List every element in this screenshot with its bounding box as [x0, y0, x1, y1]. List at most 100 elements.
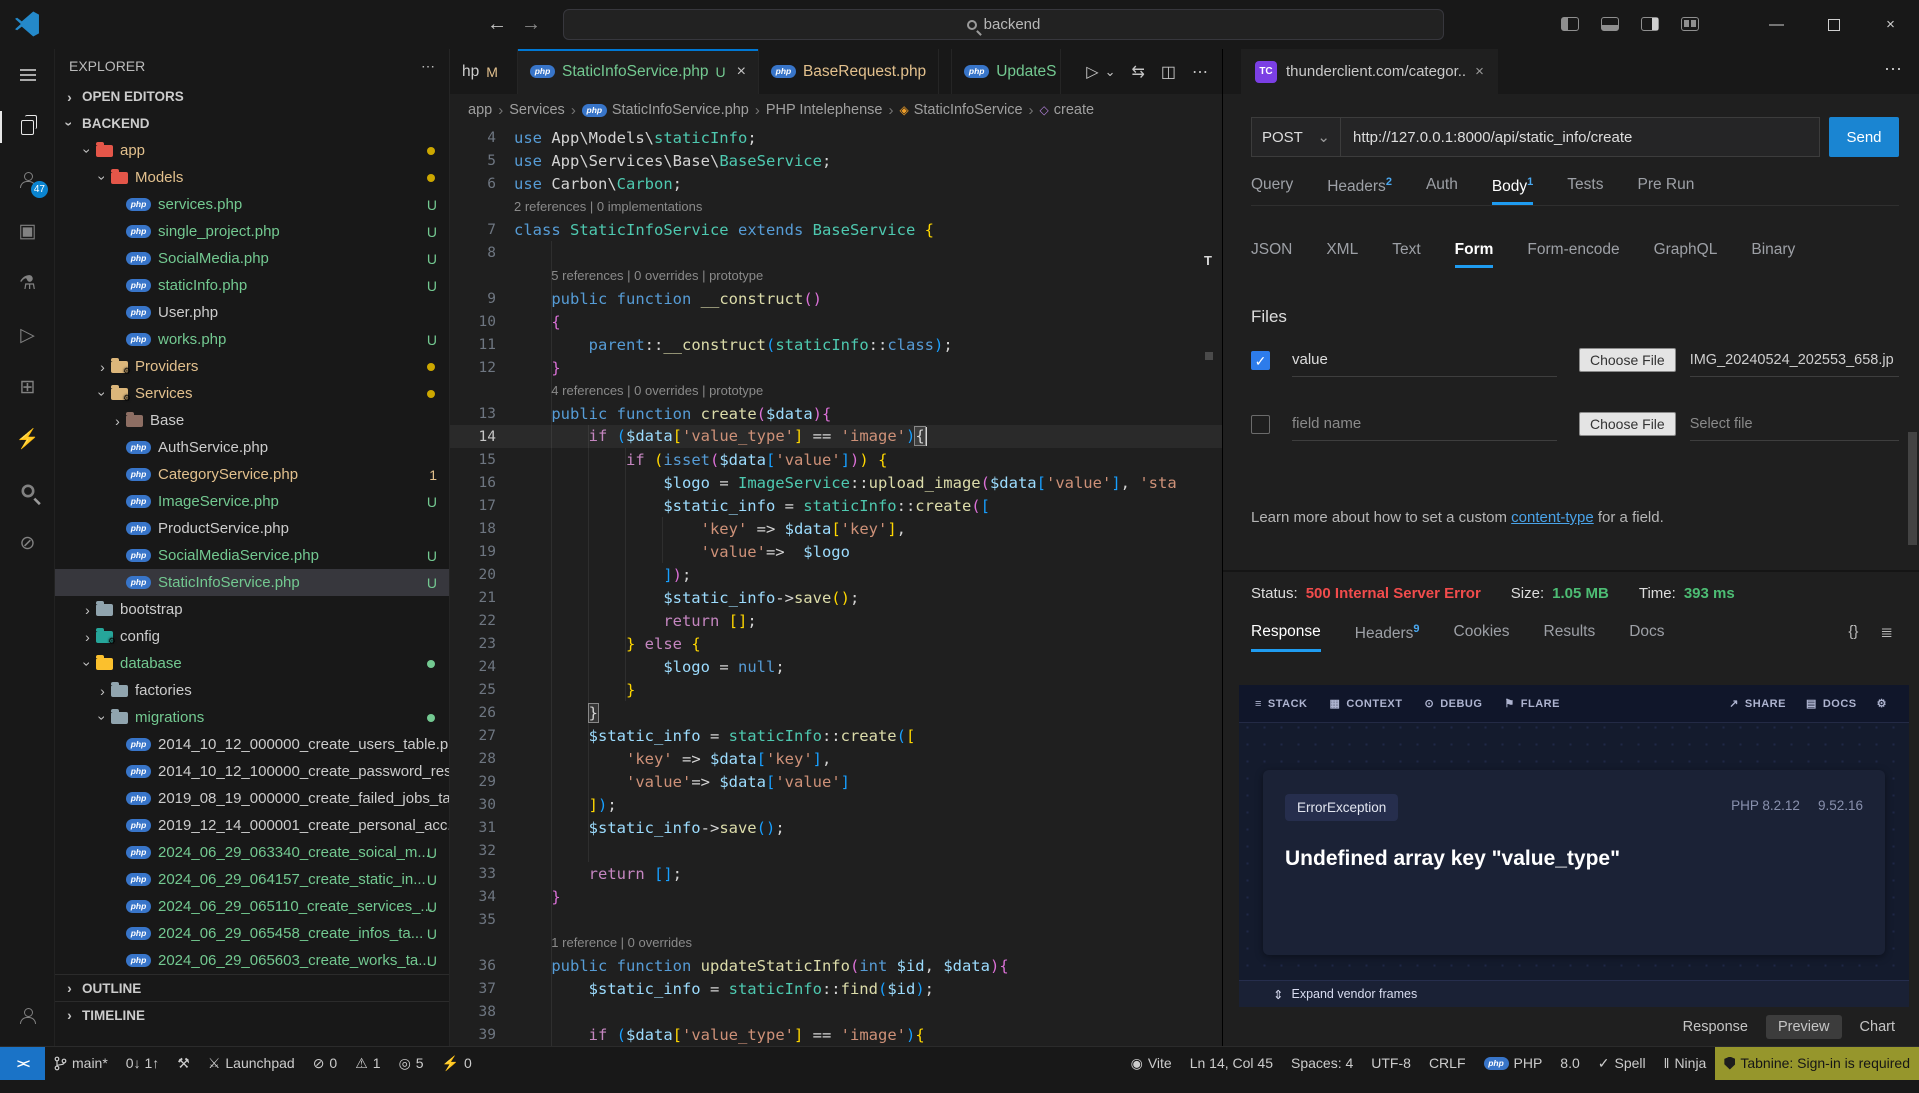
- statusbar-hints[interactable]: ◎5: [390, 1047, 433, 1080]
- tree-item-services[interactable]: ›⚙Services: [55, 380, 449, 407]
- editor-more-icon[interactable]: ⋯: [1192, 62, 1208, 82]
- codelens-label[interactable]: 2 references | 0 implementations: [514, 199, 702, 214]
- tree-item-models[interactable]: ›Models: [55, 164, 449, 191]
- layout-customize-icon[interactable]: [1681, 17, 1699, 31]
- tree-item-categoryservice-php[interactable]: phpCategoryService.php1: [55, 461, 449, 488]
- run-icon[interactable]: ▷: [0, 309, 55, 361]
- breadcrumb-item-staticinfoservice[interactable]: ◈StaticInfoService: [899, 102, 1022, 118]
- ignition-tab-debug[interactable]: ⊙DEBUG: [1424, 697, 1482, 710]
- expand-vendor-frames[interactable]: ⇕ Expand vendor frames: [1239, 980, 1909, 1007]
- accounts-icon[interactable]: 47: [0, 153, 55, 205]
- tab-query[interactable]: Query: [1251, 176, 1293, 205]
- split-editor-icon[interactable]: ◫: [1161, 62, 1176, 82]
- tree-item-2014-10-12-100000-create-password-res-[interactable]: php2014_10_12_100000_create_password_res…: [55, 758, 449, 785]
- file-value[interactable]: Select file: [1690, 407, 1899, 441]
- statusbar-launchpad[interactable]: ⚔Launchpad: [199, 1047, 304, 1080]
- tab-close-icon[interactable]: ×: [737, 63, 746, 81]
- footer-preview-button[interactable]: Preview: [1766, 1015, 1842, 1039]
- tree-item-productservice-php[interactable]: phpProductService.php: [55, 515, 449, 542]
- ignition-tab-context[interactable]: ▦CONTEXT: [1330, 697, 1403, 710]
- statusbar-errors[interactable]: ⊘0: [304, 1047, 347, 1080]
- tree-item-factories[interactable]: ›factories: [55, 677, 449, 704]
- choose-file-button[interactable]: Choose File: [1579, 348, 1676, 372]
- breadcrumb-item-create[interactable]: ◇create: [1040, 102, 1095, 118]
- thunder-client-tab[interactable]: TC thunderclient.com/categor.. ×: [1241, 49, 1498, 94]
- tree-item-providers[interactable]: ›⚙Providers: [55, 353, 449, 380]
- tree-item-socialmedia-php[interactable]: phpSocialMedia.phpU: [55, 245, 449, 272]
- statusbar-eol[interactable]: CRLF: [1420, 1047, 1475, 1080]
- ignition-settings[interactable]: ⚙: [1877, 697, 1893, 710]
- tab-headers[interactable]: Headers2: [1327, 176, 1392, 205]
- tree-item-2024-06-29-065110-create-services-[interactable]: php2024_06_29_065110_create_services_...…: [55, 893, 449, 920]
- breadcrumb-item-staticinfoservice-php[interactable]: phpStaticInfoService.php: [582, 102, 749, 118]
- compare-changes-icon[interactable]: ⇆: [1131, 62, 1144, 82]
- breadcrumb[interactable]: app›Services›phpStaticInfoService.php›PH…: [450, 94, 1222, 126]
- code-editor[interactable]: 4use App\Models\staticInfo;5use App\Serv…: [450, 126, 1222, 1046]
- tab-form[interactable]: Form: [1455, 241, 1494, 268]
- statusbar-tabnine[interactable]: Tabnine: Sign-in is required: [1715, 1047, 1919, 1080]
- toggle-sidebar-icon[interactable]: [1561, 17, 1579, 31]
- tab-tests[interactable]: Tests: [1567, 176, 1603, 205]
- tab-close-icon[interactable]: ×: [1475, 63, 1484, 80]
- workspace-root[interactable]: ›BACKEND: [55, 110, 449, 137]
- run-button[interactable]: ▷: [1086, 62, 1098, 82]
- tab-baserequest.php[interactable]: phpBaseRequest.php: [759, 49, 939, 94]
- lines-icon[interactable]: ≣: [1880, 623, 1893, 641]
- tree-item-2024-06-29-063340-create-soical-m-[interactable]: php2024_06_29_063340_create_soical_m...U: [55, 839, 449, 866]
- outline-section[interactable]: ›OUTLINE: [55, 974, 449, 1001]
- open-editors-section[interactable]: ›OPEN EDITORS: [55, 83, 449, 110]
- panel-scrollbar-thumb[interactable]: [1908, 432, 1917, 545]
- minimize-button[interactable]: —: [1748, 0, 1805, 49]
- tab-form-encode[interactable]: Form-encode: [1527, 241, 1619, 268]
- method-select[interactable]: POST⌄: [1251, 117, 1341, 157]
- tree-item-2019-12-14-000001-create-personal-acc-[interactable]: php2019_12_14_000001_create_personal_acc…: [55, 812, 449, 839]
- ignition-tab-stack[interactable]: ≡STACK: [1255, 698, 1308, 710]
- explorer-more-icon[interactable]: ⋯: [421, 58, 435, 75]
- tree-item-authservice-php[interactable]: phpAuthService.php: [55, 434, 449, 461]
- debug-disable-icon[interactable]: ⊘: [0, 517, 55, 569]
- ignition-docs[interactable]: ▤DOCS: [1806, 697, 1857, 710]
- tab-graphql[interactable]: GraphQL: [1654, 241, 1718, 268]
- statusbar-language-mode[interactable]: phpPHP: [1475, 1047, 1552, 1080]
- tab-fragment[interactable]: hpM: [450, 49, 518, 94]
- statusbar-encoding[interactable]: UTF-8: [1362, 1047, 1420, 1080]
- tab-text[interactable]: Text: [1392, 241, 1420, 268]
- timeline-section[interactable]: ›TIMELINE: [55, 1001, 449, 1028]
- tree-item-2024-06-29-064157-create-static-in-[interactable]: php2024_06_29_064157_create_static_in...…: [55, 866, 449, 893]
- url-input[interactable]: http://127.0.0.1:8000/api/static_info/cr…: [1341, 117, 1820, 157]
- statusbar-php-version[interactable]: 8.0: [1551, 1047, 1588, 1080]
- choose-file-button[interactable]: Choose File: [1579, 412, 1676, 436]
- braces-icon[interactable]: {}: [1848, 623, 1858, 641]
- tab-body[interactable]: Body1: [1492, 176, 1533, 205]
- explorer-icon[interactable]: [0, 101, 55, 153]
- run-dropdown-icon[interactable]: ⌄: [1105, 64, 1116, 80]
- tab-results[interactable]: Results: [1544, 623, 1596, 652]
- breadcrumb-item-php-intelephense[interactable]: PHP Intelephense: [766, 102, 883, 118]
- nav-forward-icon[interactable]: →: [514, 13, 548, 36]
- package-icon[interactable]: ▣: [0, 205, 55, 257]
- tab-docs[interactable]: Docs: [1629, 623, 1664, 652]
- statusbar-ninja[interactable]: ‖Ninja: [1655, 1047, 1716, 1080]
- tree-item-config[interactable]: ›⚙config: [55, 623, 449, 650]
- panel-more-icon[interactable]: ⋯: [1884, 59, 1902, 80]
- close-button[interactable]: ×: [1862, 0, 1919, 49]
- tree-item-socialmediaservice-php[interactable]: phpSocialMediaService.phpU: [55, 542, 449, 569]
- tab-response[interactable]: Response: [1251, 623, 1321, 652]
- tree-item-staticinfoservice-php[interactable]: phpStaticInfoService.phpU: [55, 569, 449, 596]
- tree-item-user-php[interactable]: phpUser.php: [55, 299, 449, 326]
- tab-group2[interactable]: phpUpdateS: [951, 49, 1061, 94]
- statusbar-indentation[interactable]: Spaces: 4: [1282, 1047, 1362, 1080]
- statusbar-warnings[interactable]: ⚠1: [346, 1047, 389, 1080]
- checkbox[interactable]: ✓: [1251, 351, 1270, 370]
- tree-item-2024-06-29-065603-create-works-ta-[interactable]: php2024_06_29_065603_create_works_ta...U: [55, 947, 449, 974]
- codelens-label[interactable]: 5 references | 0 overrides | prototype: [514, 268, 763, 283]
- search-icon[interactable]: [0, 465, 55, 517]
- thunder-icon[interactable]: ⚡: [0, 413, 55, 465]
- statusbar-cursor-position[interactable]: Ln 14, Col 45: [1181, 1047, 1282, 1080]
- send-button[interactable]: Send: [1829, 117, 1899, 157]
- footer-response-button[interactable]: Response: [1673, 1015, 1758, 1039]
- statusbar-git-branch[interactable]: main*: [45, 1047, 117, 1080]
- ignition-share[interactable]: ↗SHARE: [1729, 697, 1786, 710]
- scrollbar-thumb[interactable]: [1205, 352, 1213, 360]
- tree-item-single-project-php[interactable]: phpsingle_project.phpU: [55, 218, 449, 245]
